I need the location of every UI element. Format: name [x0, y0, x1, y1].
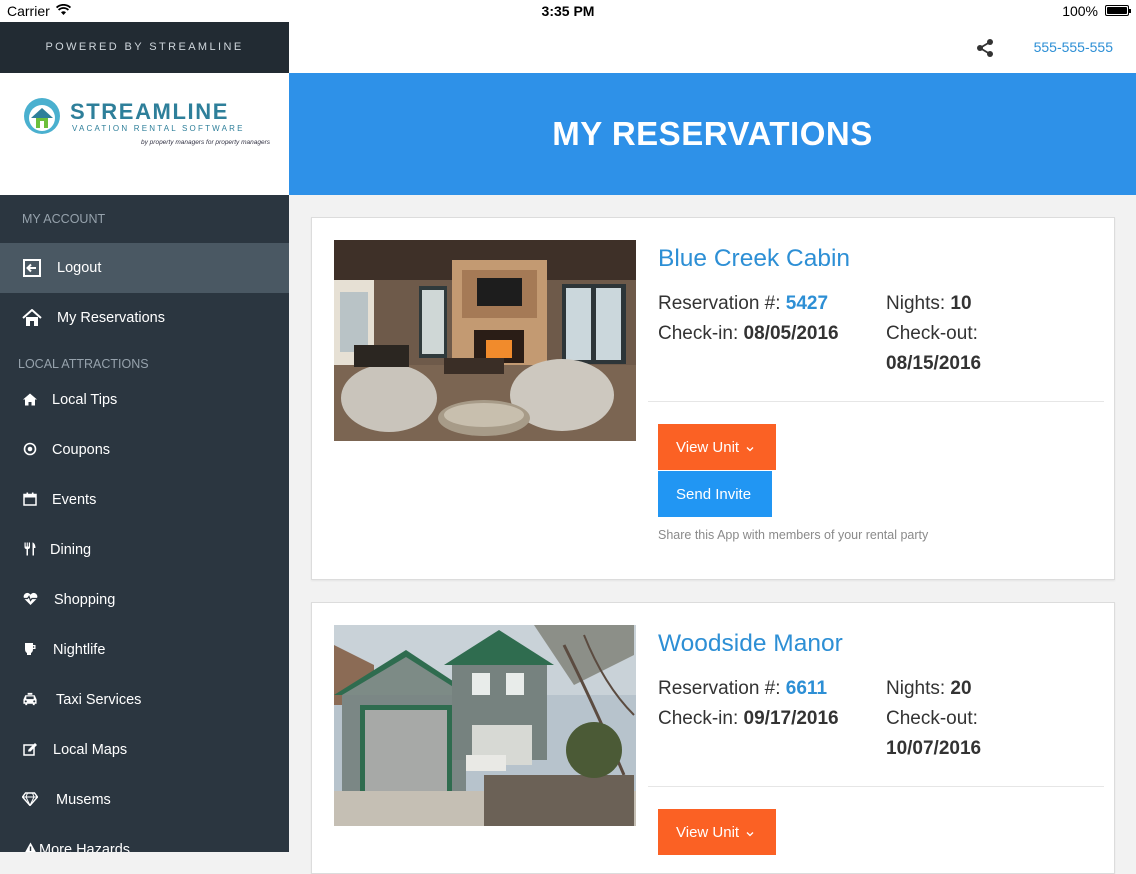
- unit-photo[interactable]: [334, 240, 636, 441]
- checkout-label: Check-out:: [886, 323, 978, 344]
- target-icon: [22, 441, 38, 457]
- sidebar-item-nightlife[interactable]: Nightlife: [0, 625, 289, 675]
- view-unit-label: View Unit: [676, 438, 740, 456]
- reservation-number-value: 5427: [785, 293, 829, 314]
- reservation-number: Reservation #: 6611: [658, 678, 827, 700]
- top-bar: 555-555-555: [289, 22, 1136, 73]
- nights-value: 20: [950, 678, 972, 699]
- reservation-card: Woodside Manor Reservation #: 6611 Check…: [311, 602, 1115, 874]
- sidebar-item-label: More Hazards: [39, 842, 131, 852]
- sidebar-item-shopping[interactable]: Shopping: [0, 575, 289, 625]
- reservation-number-label: Reservation #:: [658, 293, 781, 314]
- checkin-date: Check-in: 09/17/2016: [658, 708, 839, 730]
- clock: 3:35 PM: [541, 3, 595, 19]
- sidebar-item-label: Dining: [50, 542, 92, 558]
- sidebar-item-my-reservations[interactable]: My Reservations: [0, 293, 289, 343]
- share-icon[interactable]: [975, 38, 995, 58]
- divider: [648, 401, 1104, 402]
- streamline-logo: STREAMLINE VACATION RENTAL SOFTWARE by p…: [0, 73, 289, 195]
- checkout-date: 10/07/2016: [886, 738, 981, 760]
- home-icon: [22, 391, 38, 407]
- checkin-date: Check-in: 08/05/2016: [658, 323, 839, 345]
- sidebar-item-label: Musems: [56, 792, 111, 808]
- nights-label: Nights:: [886, 678, 946, 699]
- battery-percent: 100%: [1062, 3, 1098, 19]
- sidebar: POWERED BY STREAMLINE STREAMLINE VACATIO…: [0, 22, 289, 852]
- home-icon: [22, 308, 42, 328]
- checkout-value: 08/15/2016: [886, 353, 982, 374]
- sidebar-item-label: My Reservations: [57, 310, 165, 326]
- unit-name[interactable]: Blue Creek Cabin: [658, 245, 850, 273]
- unit-photo[interactable]: [334, 625, 636, 826]
- sidebar-item-local-maps[interactable]: Local Maps: [0, 725, 289, 775]
- sidebar-item-logout[interactable]: Logout: [0, 243, 289, 293]
- checkin-label: Check-in:: [658, 708, 739, 729]
- nights-value: 10: [950, 293, 972, 314]
- view-unit-label: View Unit: [676, 823, 740, 841]
- logo-name: STREAMLINE: [70, 99, 229, 124]
- chevron-down-icon: [746, 831, 754, 836]
- nights-count: Nights: 20: [886, 678, 972, 700]
- reservation-number-value: 6611: [785, 678, 828, 699]
- phone-link[interactable]: 555-555-555: [1034, 39, 1113, 55]
- sidebar-item-label: Shopping: [54, 592, 116, 608]
- sidebar-item-events[interactable]: Events: [0, 475, 289, 525]
- sidebar-item-dining[interactable]: Dining: [0, 525, 289, 575]
- checkin-value: 08/05/2016: [743, 323, 839, 344]
- page-title: MY RESERVATIONS: [552, 115, 873, 152]
- section-my-account: MY ACCOUNT: [22, 212, 106, 226]
- battery-icon: [1105, 5, 1131, 16]
- sidebar-item-label: Logout: [57, 260, 102, 276]
- status-bar: Carrier 3:35 PM 100%: [0, 0, 1136, 22]
- sidebar-item-label: Local Tips: [52, 392, 118, 408]
- unit-name[interactable]: Woodside Manor: [658, 630, 843, 658]
- checkout-date: 08/15/2016: [886, 353, 981, 375]
- sidebar-item-label: Local Maps: [53, 742, 128, 758]
- taxi-icon: [22, 691, 38, 707]
- sidebar-item-label: Taxi Services: [56, 692, 142, 708]
- warning-icon: [22, 841, 38, 852]
- logo-tagline: by property managers for property manage…: [141, 139, 270, 146]
- checkout-label: Check-out:: [886, 708, 978, 729]
- calendar-icon: [22, 491, 38, 507]
- diamond-icon: [22, 791, 38, 807]
- logo-subtitle: VACATION RENTAL SOFTWARE: [72, 124, 245, 133]
- sidebar-item-label: Nightlife: [53, 642, 106, 658]
- sidebar-item-label: Coupons: [52, 442, 111, 458]
- view-unit-button[interactable]: View Unit: [658, 424, 776, 470]
- reservation-card: Blue Creek Cabin Reservation #: 5427 Che…: [311, 217, 1115, 580]
- sidebar-item-more-hazards[interactable]: More Hazards: [0, 825, 289, 852]
- chevron-down-icon: [746, 446, 754, 451]
- sidebar-item-coupons[interactable]: Coupons: [0, 425, 289, 475]
- reservation-number-label: Reservation #:: [658, 678, 781, 699]
- logout-icon: [22, 258, 42, 278]
- sidebar-item-local-tips[interactable]: Local Tips: [0, 375, 289, 425]
- page-title-banner: MY RESERVATIONS: [289, 73, 1136, 195]
- fork-knife-icon: [22, 541, 38, 557]
- reservation-number: Reservation #: 5427: [658, 293, 828, 315]
- nights-label: Nights:: [886, 293, 946, 314]
- checkin-value: 09/17/2016: [743, 708, 839, 729]
- checkin-label: Check-in:: [658, 323, 739, 344]
- view-unit-button[interactable]: View Unit: [658, 809, 776, 855]
- share-hint: Share this App with members of your rent…: [658, 528, 929, 542]
- heart-pulse-icon: [22, 591, 38, 607]
- sidebar-item-musems[interactable]: Musems: [0, 775, 289, 825]
- powered-by-label: POWERED BY STREAMLINE: [0, 22, 289, 73]
- divider: [648, 786, 1104, 787]
- logo-house-icon: [24, 98, 60, 134]
- sidebar-item-label: Events: [52, 492, 97, 508]
- sidebar-item-taxi-services[interactable]: Taxi Services: [0, 675, 289, 725]
- send-invite-button[interactable]: Send Invite: [658, 471, 772, 517]
- edit-map-icon: [22, 741, 38, 757]
- glass-icon: [22, 641, 38, 657]
- nights-count: Nights: 10: [886, 293, 972, 315]
- checkout-value: 10/07/2016: [886, 738, 982, 759]
